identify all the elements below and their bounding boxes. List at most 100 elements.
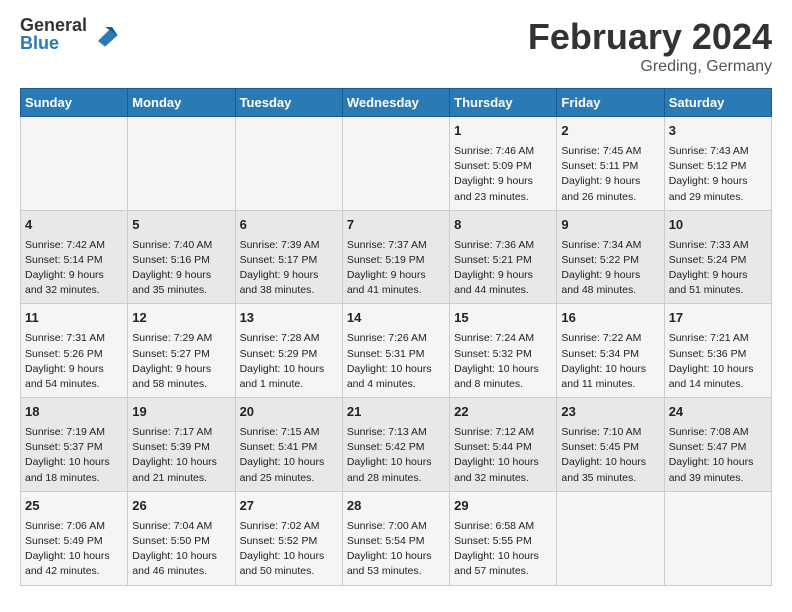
day-info-line: Daylight: 10 hours <box>454 549 552 564</box>
column-header-friday: Friday <box>557 89 664 117</box>
day-info-line: Daylight: 9 hours <box>132 268 230 283</box>
day-number: 29 <box>454 497 552 516</box>
day-info-line: Sunrise: 7:02 AM <box>240 519 338 534</box>
week-row-4: 18Sunrise: 7:19 AMSunset: 5:37 PMDayligh… <box>21 398 772 492</box>
day-cell: 13Sunrise: 7:28 AMSunset: 5:29 PMDayligh… <box>235 304 342 398</box>
location-subtitle: Greding, Germany <box>528 58 772 76</box>
day-info-line: Sunset: 5:50 PM <box>132 534 230 549</box>
day-info-line: Daylight: 10 hours <box>240 362 338 377</box>
logo-blue-text: Blue <box>20 34 87 52</box>
day-info-line: Sunrise: 7:04 AM <box>132 519 230 534</box>
day-info-line: Sunrise: 7:08 AM <box>669 425 767 440</box>
day-number: 17 <box>669 309 767 328</box>
day-number: 16 <box>561 309 659 328</box>
week-row-5: 25Sunrise: 7:06 AMSunset: 5:49 PMDayligh… <box>21 491 772 585</box>
day-cell: 11Sunrise: 7:31 AMSunset: 5:26 PMDayligh… <box>21 304 128 398</box>
day-info-line: Sunrise: 7:45 AM <box>561 144 659 159</box>
day-number: 13 <box>240 309 338 328</box>
day-info-line: Sunrise: 7:34 AM <box>561 238 659 253</box>
day-info-line: and 41 minutes. <box>347 283 445 298</box>
day-info-line: Daylight: 10 hours <box>240 549 338 564</box>
day-info-line: Daylight: 9 hours <box>25 362 123 377</box>
day-cell <box>664 491 771 585</box>
day-cell: 27Sunrise: 7:02 AMSunset: 5:52 PMDayligh… <box>235 491 342 585</box>
day-cell: 14Sunrise: 7:26 AMSunset: 5:31 PMDayligh… <box>342 304 449 398</box>
day-info-line: Sunrise: 7:06 AM <box>25 519 123 534</box>
day-info-line: Daylight: 10 hours <box>669 455 767 470</box>
day-number: 2 <box>561 122 659 141</box>
day-info-line: and 46 minutes. <box>132 564 230 579</box>
day-number: 8 <box>454 216 552 235</box>
day-number: 22 <box>454 403 552 422</box>
day-info-line: Sunset: 5:17 PM <box>240 253 338 268</box>
day-info-line: Daylight: 9 hours <box>347 268 445 283</box>
day-info-line: Sunset: 5:49 PM <box>25 534 123 549</box>
day-number: 27 <box>240 497 338 516</box>
day-number: 6 <box>240 216 338 235</box>
day-cell: 15 Sunrise: 7:24 AMSunset: 5:32 PMDayligh… <box>450 304 557 398</box>
day-info-line: Sunrise: 7:46 AM <box>454 144 552 159</box>
day-number: 3 <box>669 122 767 141</box>
day-info-line: Sunrise: 7:36 AM <box>454 238 552 253</box>
day-cell <box>21 117 128 211</box>
day-number: 21 <box>347 403 445 422</box>
logo-icon <box>91 20 119 48</box>
day-info-line: Sunset: 5:09 PM <box>454 159 552 174</box>
day-number: 15 <box>454 309 552 328</box>
day-info-line: Sunrise: 6:58 AM <box>454 519 552 534</box>
day-info-line: and 32 minutes. <box>25 283 123 298</box>
week-row-1: 1Sunrise: 7:46 AMSunset: 5:09 PMDaylight… <box>21 117 772 211</box>
day-info-line: and 53 minutes. <box>347 564 445 579</box>
day-number: 11 <box>25 309 123 328</box>
day-info-line: Sunset: 5:12 PM <box>669 159 767 174</box>
week-row-2: 4Sunrise: 7:42 AMSunset: 5:14 PMDaylight… <box>21 210 772 304</box>
day-info-line: Daylight: 10 hours <box>25 549 123 564</box>
day-info-line: Sunset: 5:47 PM <box>669 440 767 455</box>
day-cell: 22Sunrise: 7:12 AMSunset: 5:44 PMDayligh… <box>450 398 557 492</box>
day-info-line: Sunset: 5:14 PM <box>25 253 123 268</box>
day-number: 26 <box>132 497 230 516</box>
day-info-line: Sunrise: 7:42 AM <box>25 238 123 253</box>
day-info-line: Daylight: 9 hours <box>561 268 659 283</box>
day-info-line: Sunset: 5:41 PM <box>240 440 338 455</box>
day-info-line: Daylight: 9 hours <box>561 174 659 189</box>
day-info-line: and 38 minutes. <box>240 283 338 298</box>
day-info-line: and 42 minutes. <box>25 564 123 579</box>
column-header-thursday: Thursday <box>450 89 557 117</box>
day-info-line: Daylight: 10 hours <box>454 362 552 377</box>
day-info-line: and 8 minutes. <box>454 377 552 392</box>
day-cell <box>342 117 449 211</box>
day-info-line: Daylight: 10 hours <box>25 455 123 470</box>
day-info-line: Daylight: 10 hours <box>347 455 445 470</box>
day-cell: 9Sunrise: 7:34 AMSunset: 5:22 PMDaylight… <box>557 210 664 304</box>
day-info-line: Sunset: 5:31 PM <box>347 347 445 362</box>
column-header-monday: Monday <box>128 89 235 117</box>
day-info-line: Sunset: 5:26 PM <box>25 347 123 362</box>
day-info-line: and 25 minutes. <box>240 471 338 486</box>
day-info-line: Sunset: 5:36 PM <box>669 347 767 362</box>
day-info-line: Sunset: 5:32 PM <box>454 347 552 362</box>
day-info-line: Sunset: 5:44 PM <box>454 440 552 455</box>
column-header-sunday: Sunday <box>21 89 128 117</box>
day-number: 18 <box>25 403 123 422</box>
title-area: February 2024 Greding, Germany <box>528 16 772 76</box>
day-info-line: Sunrise: 7:28 AM <box>240 331 338 346</box>
logo: General Blue <box>20 16 119 52</box>
day-info-line: Sunset: 5:19 PM <box>347 253 445 268</box>
day-number: 20 <box>240 403 338 422</box>
day-info-line: Sunrise: 7:29 AM <box>132 331 230 346</box>
day-cell: 12Sunrise: 7:29 AMSunset: 5:27 PMDayligh… <box>128 304 235 398</box>
day-cell: 10Sunrise: 7:33 AMSunset: 5:24 PMDayligh… <box>664 210 771 304</box>
day-info-line: Daylight: 9 hours <box>669 268 767 283</box>
day-info-line: Sunset: 5:34 PM <box>561 347 659 362</box>
day-info-line: Daylight: 10 hours <box>454 455 552 470</box>
day-info-line: and 14 minutes. <box>669 377 767 392</box>
day-info-line: Daylight: 10 hours <box>669 362 767 377</box>
day-info-line: Daylight: 10 hours <box>132 455 230 470</box>
day-number: 28 <box>347 497 445 516</box>
day-info-line: and 23 minutes. <box>454 190 552 205</box>
day-cell: 21Sunrise: 7:13 AMSunset: 5:42 PMDayligh… <box>342 398 449 492</box>
day-info-line: and 44 minutes. <box>454 283 552 298</box>
day-number: 23 <box>561 403 659 422</box>
day-info-line: Sunrise: 7:24 AM <box>454 331 552 346</box>
